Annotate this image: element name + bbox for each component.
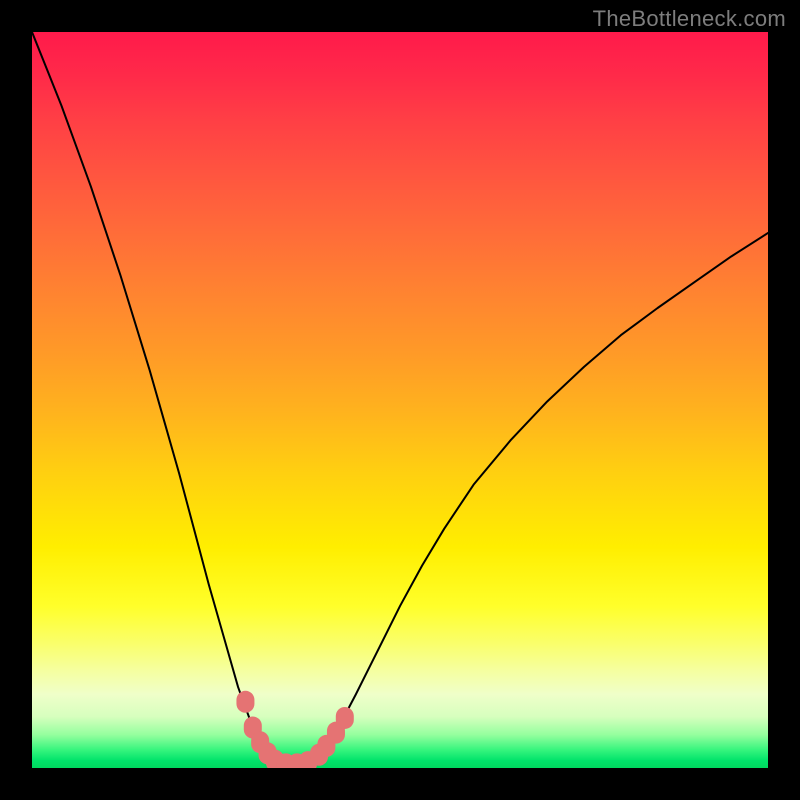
watermark-text: TheBottleneck.com [593,6,786,32]
valley-marker [236,691,254,713]
chart-frame: TheBottleneck.com [0,0,800,800]
chart-svg [32,32,768,768]
valley-marker [336,707,354,729]
plot-area [32,32,768,768]
bottleneck-curve [32,32,768,766]
valley-highlight-group [236,691,353,768]
